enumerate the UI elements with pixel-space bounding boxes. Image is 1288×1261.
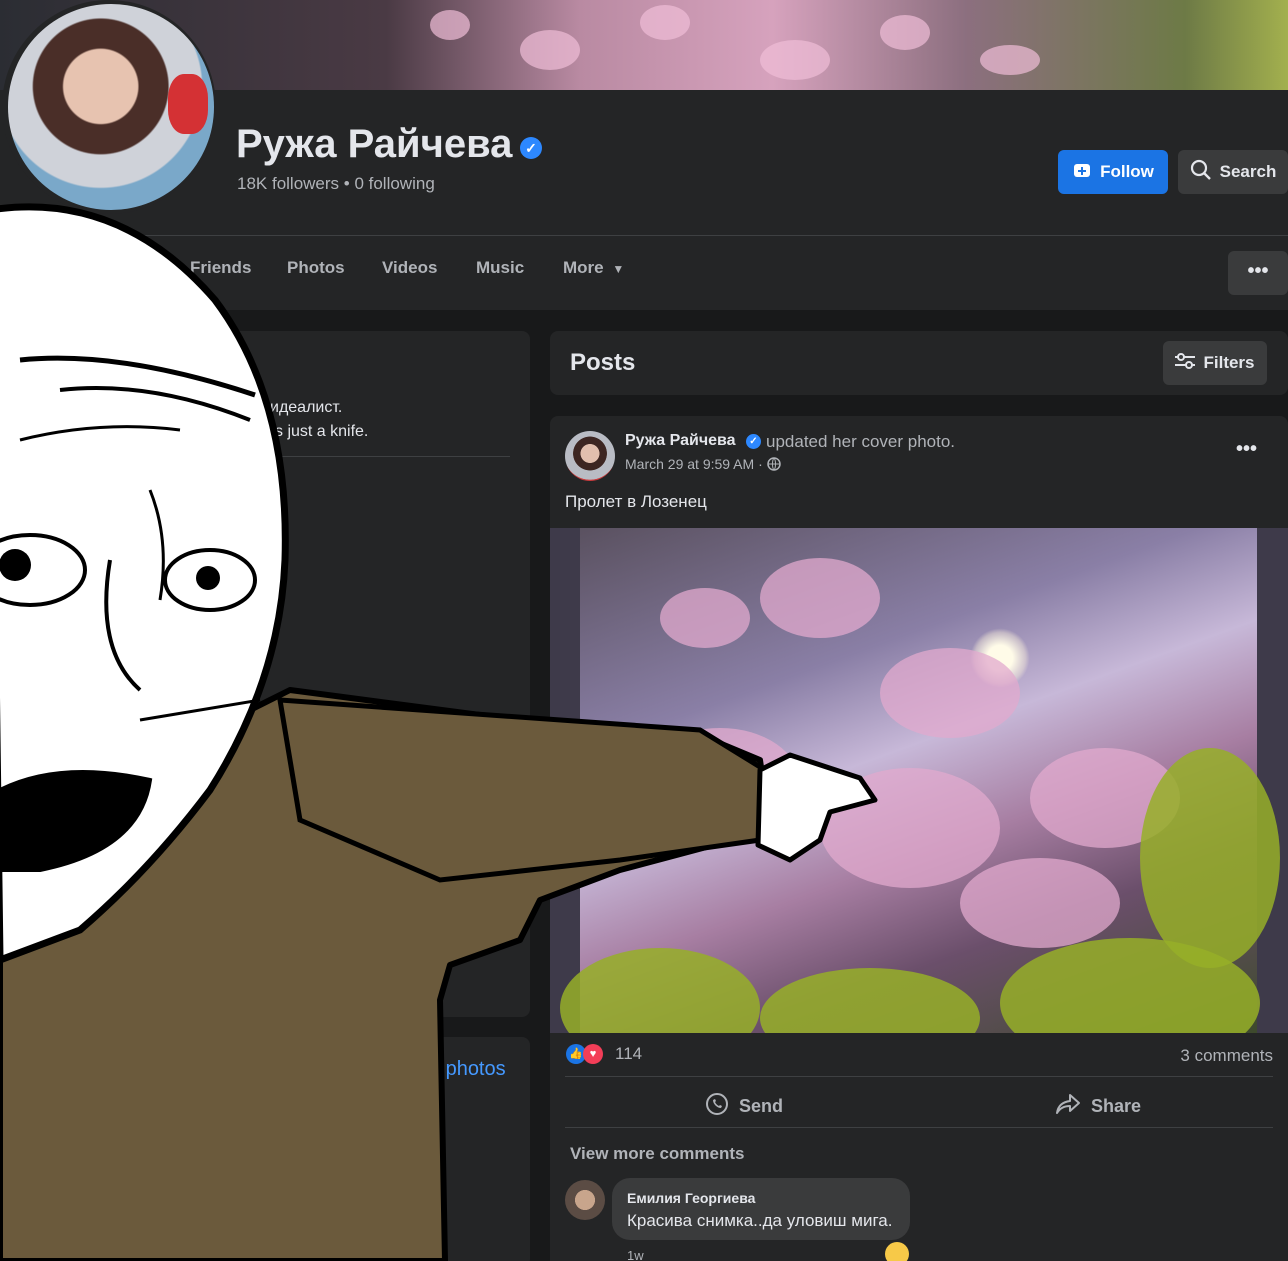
- tab-videos[interactable]: Videos: [382, 258, 437, 278]
- verified-icon: ✓: [520, 137, 542, 159]
- whatsapp-icon: [705, 1092, 729, 1121]
- tab-more-label: More: [563, 258, 604, 277]
- filters-icon: [1175, 352, 1196, 374]
- post-text: Пролет в Лозенец: [565, 492, 707, 511]
- post-time-text: March 29 at 9:59 AM ·: [625, 456, 763, 472]
- reactions-summary[interactable]: 👍 ♥ 114: [566, 1044, 642, 1064]
- share-icon: [1055, 1093, 1081, 1120]
- intro-line-1: идеалист.: [270, 399, 343, 416]
- caret-down-icon: ▼: [612, 262, 625, 276]
- send-button[interactable]: Send: [705, 1086, 783, 1126]
- followers-count[interactable]: 18K followers • 0 following: [237, 174, 435, 194]
- post-options-button[interactable]: •••: [1236, 438, 1257, 461]
- emoji-reaction-icon: [885, 1242, 909, 1261]
- post-author-name[interactable]: Ружа Райчева: [625, 432, 736, 450]
- reaction-count: 114: [615, 1044, 643, 1063]
- send-label: Send: [739, 1095, 784, 1116]
- intro-divider: [255, 456, 510, 457]
- cover-photo-image: [560, 528, 1280, 1033]
- filters-label: Filters: [1203, 353, 1255, 372]
- comment-author-name[interactable]: Емилия Георгиева: [627, 1190, 755, 1206]
- post-card: Ружа Райчева ✓ updated her cover photo. …: [550, 416, 1288, 1261]
- more-options-button[interactable]: •••: [1228, 251, 1288, 295]
- heart-icon: ♥: [583, 1044, 603, 1064]
- avatar-ring: [2, 0, 216, 214]
- comment-time[interactable]: 1w: [627, 1248, 644, 1261]
- comment-author-avatar[interactable]: [565, 1180, 605, 1220]
- posts-header: Posts Filters: [550, 331, 1288, 395]
- avatar[interactable]: [8, 4, 214, 210]
- tab-more[interactable]: More ▼: [563, 258, 624, 278]
- tab-music[interactable]: Music: [476, 258, 524, 278]
- search-icon: [1190, 159, 1212, 186]
- intro-card: идеалист. s just a knife.: [0, 331, 530, 1017]
- tab-friends[interactable]: Friends: [190, 258, 251, 278]
- header-divider: [0, 235, 1288, 236]
- comment-bubble: Емилия Георгиева Красива снимка..да улов…: [612, 1178, 910, 1240]
- see-all-photos-link[interactable]: all photos: [420, 1058, 506, 1081]
- profile-header: Ружа Райчева ✓ 18K followers • 0 followi…: [0, 0, 1288, 310]
- follow-label: Follow: [1100, 162, 1154, 181]
- comments-count[interactable]: 3 comments: [1180, 1046, 1273, 1066]
- follow-button[interactable]: Follow: [1058, 150, 1168, 194]
- post-author-avatar[interactable]: [565, 431, 615, 481]
- posts-title: Posts: [570, 349, 636, 376]
- filters-button[interactable]: Filters: [1163, 341, 1267, 385]
- post-action-text: updated her cover photo.: [766, 432, 956, 451]
- follow-icon: [1072, 160, 1092, 185]
- tab-photos[interactable]: Photos: [287, 258, 345, 278]
- search-button[interactable]: Search: [1178, 150, 1288, 194]
- post-image[interactable]: [550, 528, 1288, 1033]
- verified-icon: ✓: [746, 434, 761, 449]
- view-more-comments-link[interactable]: View more comments: [570, 1144, 744, 1164]
- post-timestamp[interactable]: March 29 at 9:59 AM ·: [625, 456, 781, 472]
- post-divider-top: [565, 1076, 1273, 1077]
- profile-name: Ружа Райчева: [236, 122, 513, 166]
- share-button[interactable]: Share: [1055, 1086, 1141, 1126]
- comment-text: Красива снимка..да уловиш мига.: [627, 1211, 893, 1230]
- search-label: Search: [1219, 162, 1277, 181]
- share-label: Share: [1091, 1095, 1142, 1116]
- post-divider-bottom: [565, 1127, 1273, 1128]
- intro-line-2: s just a knife.: [275, 423, 369, 440]
- globe-icon: [766, 456, 781, 472]
